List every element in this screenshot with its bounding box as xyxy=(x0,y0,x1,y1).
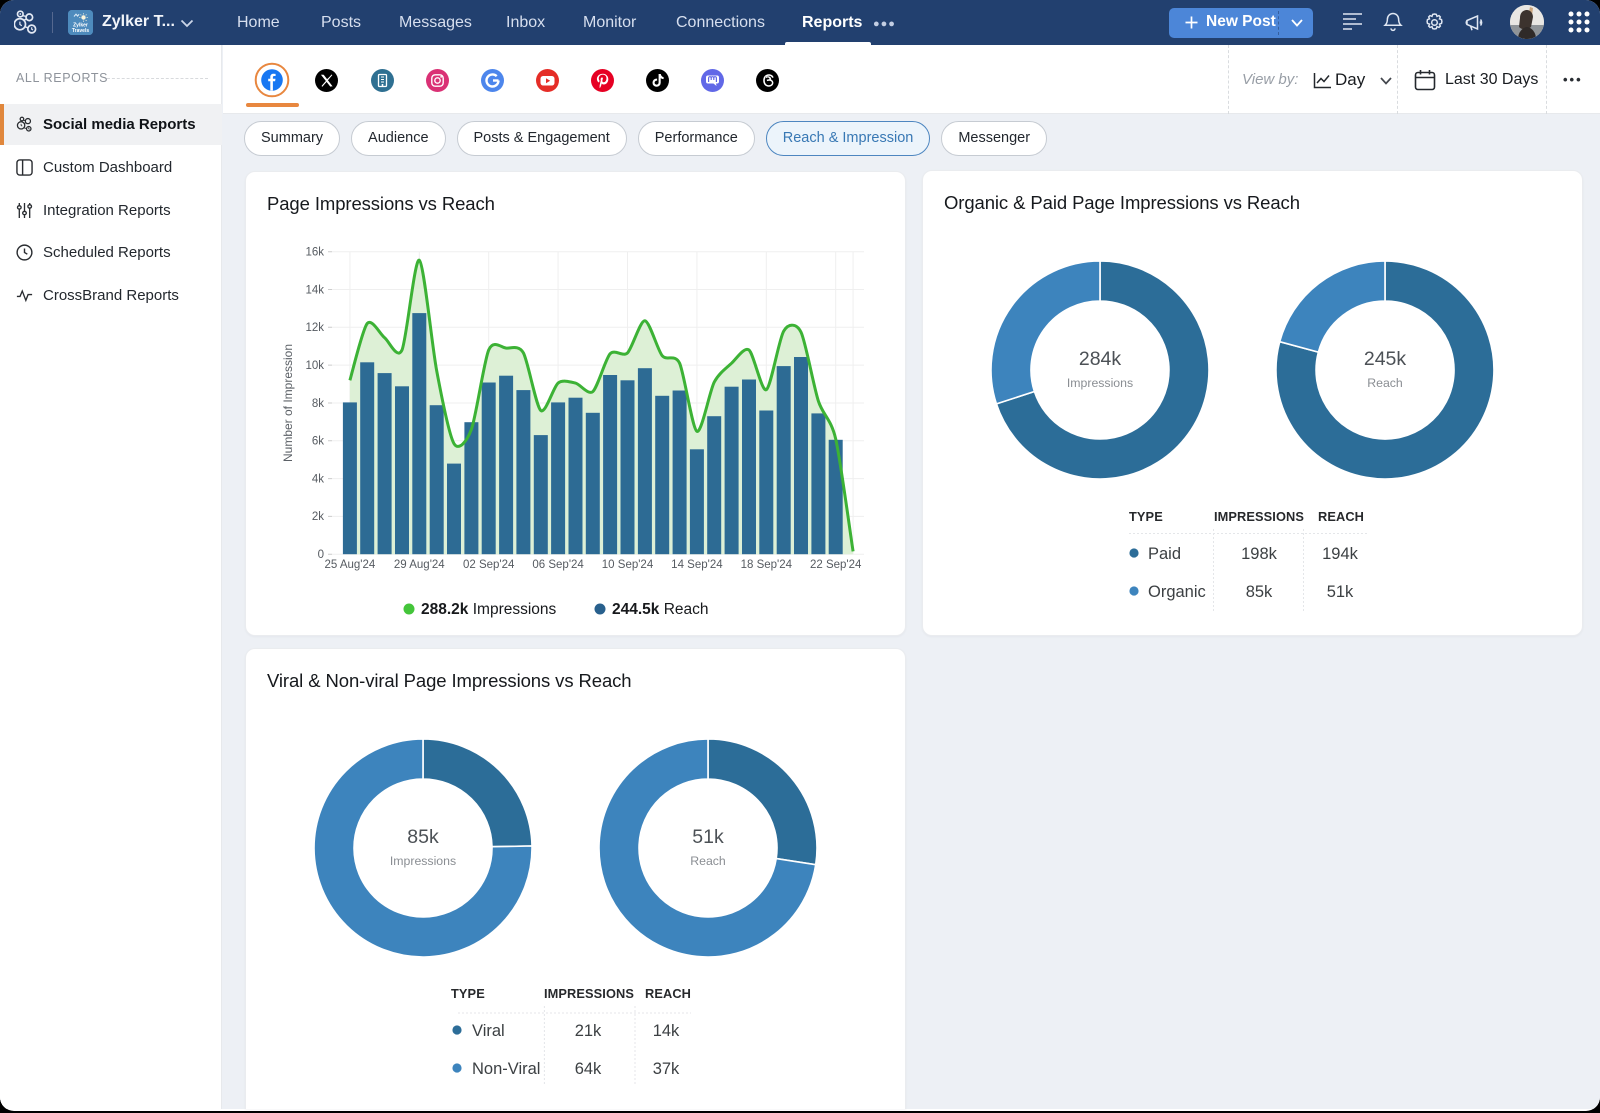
svg-text:02 Sep'24: 02 Sep'24 xyxy=(463,559,515,571)
svg-text:51k: 51k xyxy=(692,826,724,848)
svg-text:22 Sep'24: 22 Sep'24 xyxy=(810,559,862,571)
svg-text:Non-Viral: Non-Viral xyxy=(472,1060,540,1078)
svg-text:64k: 64k xyxy=(575,1060,602,1078)
svg-text:Paid: Paid xyxy=(1148,545,1181,563)
svg-text:25 Aug'24: 25 Aug'24 xyxy=(324,559,375,571)
svg-text:6k: 6k xyxy=(312,436,324,448)
svg-text:85k: 85k xyxy=(1246,583,1273,601)
svg-text:0: 0 xyxy=(318,549,324,561)
svg-text:10 Sep'24: 10 Sep'24 xyxy=(602,559,654,571)
svg-text:21k: 21k xyxy=(575,1022,602,1040)
svg-text:198k: 198k xyxy=(1241,545,1278,563)
svg-text:244.5k Reach: 244.5k Reach xyxy=(612,601,709,618)
svg-text:REACH: REACH xyxy=(645,986,691,1001)
svg-text:29 Aug'24: 29 Aug'24 xyxy=(394,559,445,571)
svg-text:Reach: Reach xyxy=(1367,376,1403,390)
svg-text:Number of Impression: Number of Impression xyxy=(281,344,295,462)
svg-text:Organic: Organic xyxy=(1148,583,1206,601)
svg-text:37k: 37k xyxy=(653,1060,680,1078)
svg-text:16k: 16k xyxy=(305,247,324,259)
svg-text:Reach: Reach xyxy=(690,854,726,868)
svg-text:Travels: Travels xyxy=(72,28,89,34)
svg-text:TYPE: TYPE xyxy=(451,986,485,1001)
svg-text:IMPRESSIONS: IMPRESSIONS xyxy=(544,986,634,1001)
svg-text:06 Sep'24: 06 Sep'24 xyxy=(532,559,584,571)
svg-text:245k: 245k xyxy=(1364,348,1407,370)
svg-text:14k: 14k xyxy=(305,284,324,296)
svg-text:12k: 12k xyxy=(305,322,324,334)
svg-text:8k: 8k xyxy=(312,398,324,410)
svg-text:Viral: Viral xyxy=(472,1022,505,1040)
svg-text:10k: 10k xyxy=(305,360,324,372)
svg-text:51k: 51k xyxy=(1327,583,1354,601)
svg-text:14k: 14k xyxy=(653,1022,680,1040)
svg-text:4k: 4k xyxy=(312,473,324,485)
svg-text:REACH: REACH xyxy=(1318,509,1364,524)
svg-text:IMPRESSIONS: IMPRESSIONS xyxy=(1214,509,1304,524)
svg-text:14 Sep'24: 14 Sep'24 xyxy=(671,559,723,571)
svg-text:18 Sep'24: 18 Sep'24 xyxy=(741,559,793,571)
svg-text:Impressions: Impressions xyxy=(390,854,456,868)
svg-text:284k: 284k xyxy=(1079,348,1122,370)
svg-text:194k: 194k xyxy=(1322,545,1359,563)
svg-text:288.2k Impressions: 288.2k Impressions xyxy=(421,601,557,618)
svg-text:Impressions: Impressions xyxy=(1067,376,1133,390)
svg-text:TYPE: TYPE xyxy=(1129,509,1163,524)
svg-text:85k: 85k xyxy=(407,826,439,848)
svg-text:2k: 2k xyxy=(312,511,324,523)
